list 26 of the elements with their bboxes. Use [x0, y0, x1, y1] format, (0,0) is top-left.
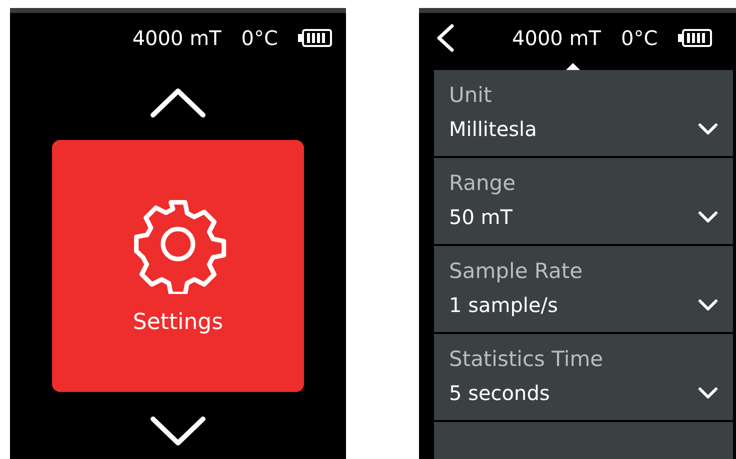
setting-dropdown[interactable]: Range 50 mT: [434, 158, 733, 244]
chevron-down-icon: [698, 211, 718, 223]
battery-icon: [298, 29, 332, 47]
field-reading: 4000 mT: [512, 25, 601, 52]
temperature-reading: 0°C: [620, 25, 658, 52]
chevron-up-icon[interactable]: [150, 88, 206, 118]
chevron-down-icon: [698, 123, 718, 135]
chevron-down-icon: [698, 299, 718, 311]
chevron-down-icon: [698, 387, 718, 399]
setting-dropdown[interactable]: Sample Rate 1 sample/s: [434, 246, 733, 332]
setting-dropdown[interactable]: Unit Millitesla: [434, 70, 733, 156]
setting-label: Sample Rate: [449, 258, 583, 284]
setting-value: Millitesla: [449, 116, 537, 142]
setting-label: Unit: [449, 82, 492, 108]
back-icon[interactable]: [435, 23, 455, 53]
setting-value: 50 mT: [449, 204, 513, 230]
setting-dropdown[interactable]: Statistics Time 5 seconds: [434, 334, 733, 420]
temperature-reading: 0°C: [241, 25, 278, 52]
setting-label: Range: [449, 170, 516, 196]
chevron-down-icon[interactable]: [150, 416, 206, 446]
setting-label: Statistics Time: [449, 346, 604, 372]
battery-icon: [678, 29, 712, 47]
setting-value: 1 sample/s: [449, 292, 558, 318]
settings-tile[interactable]: Settings: [52, 140, 304, 392]
field-reading: 4000 mT: [132, 25, 222, 52]
setting-value: 5 seconds: [449, 380, 550, 406]
